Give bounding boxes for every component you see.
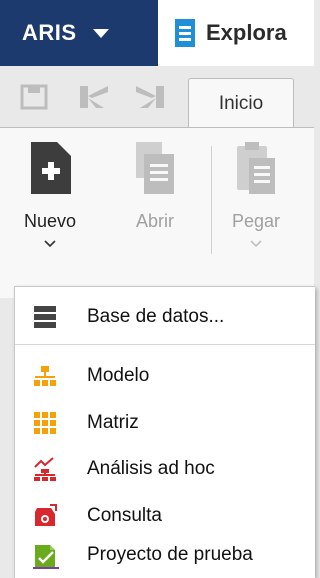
ribbon-separator xyxy=(211,146,212,254)
ribbon-panel: Nuevo Abrir Pegar xyxy=(0,127,314,298)
tab-inicio[interactable]: Inicio xyxy=(188,78,294,129)
aris-menu-label: ARIS xyxy=(22,20,77,45)
matrix-icon xyxy=(33,411,57,435)
open-documents-icon xyxy=(132,140,178,201)
aris-menu-button[interactable]: ARIS xyxy=(0,0,158,66)
title-bar: ARIS Explora xyxy=(0,0,314,66)
paste-button-label: Pegar xyxy=(232,211,281,231)
menu-item-query[interactable]: Consulta xyxy=(15,494,315,538)
menu-item-database[interactable]: Base de datos... xyxy=(15,295,315,339)
menu-item-label: Matriz xyxy=(87,412,139,433)
new-document-icon xyxy=(27,140,73,201)
open-button[interactable]: Abrir xyxy=(132,140,178,232)
database-icon xyxy=(33,305,57,329)
paste-button[interactable]: Pegar xyxy=(232,140,280,254)
redo-icon[interactable] xyxy=(134,84,166,115)
explorer-document-icon xyxy=(174,18,196,48)
explorer-tab[interactable]: Explora xyxy=(174,0,314,66)
menu-item-label: Modelo xyxy=(87,365,150,386)
open-button-label: Abrir xyxy=(135,211,174,231)
menu-separator xyxy=(15,344,315,345)
menu-item-model[interactable]: Modelo xyxy=(15,354,315,398)
menu-item-label: Proyecto de prueba xyxy=(87,544,253,565)
menu-item-label: Análisis ad hoc xyxy=(87,458,215,479)
tab-inicio-label: Inicio xyxy=(218,93,264,114)
new-button[interactable]: Nuevo xyxy=(24,140,76,254)
caret-down-icon xyxy=(92,28,109,38)
test-project-icon xyxy=(33,543,59,569)
undo-icon[interactable] xyxy=(78,84,110,115)
menu-item-test-project[interactable]: Proyecto de prueba xyxy=(15,533,315,577)
new-dropdown-menu: Base de datos... Modelo Matriz Análisis … xyxy=(14,286,315,578)
model-icon xyxy=(33,364,57,388)
chevron-down-icon xyxy=(249,236,263,254)
ad-hoc-analysis-icon xyxy=(33,457,57,481)
new-button-label: Nuevo xyxy=(24,211,77,231)
menu-item-ad-hoc-analysis[interactable]: Análisis ad hoc xyxy=(15,447,315,491)
paste-clipboard-icon xyxy=(233,140,279,201)
explorer-tab-title: Explora xyxy=(206,20,287,45)
query-icon xyxy=(33,504,57,528)
menu-item-label: Consulta xyxy=(87,505,162,526)
chevron-down-icon xyxy=(43,236,57,254)
menu-item-label: Base de datos... xyxy=(87,306,225,327)
menu-item-matrix[interactable]: Matriz xyxy=(15,401,315,445)
save-icon[interactable] xyxy=(20,84,48,115)
